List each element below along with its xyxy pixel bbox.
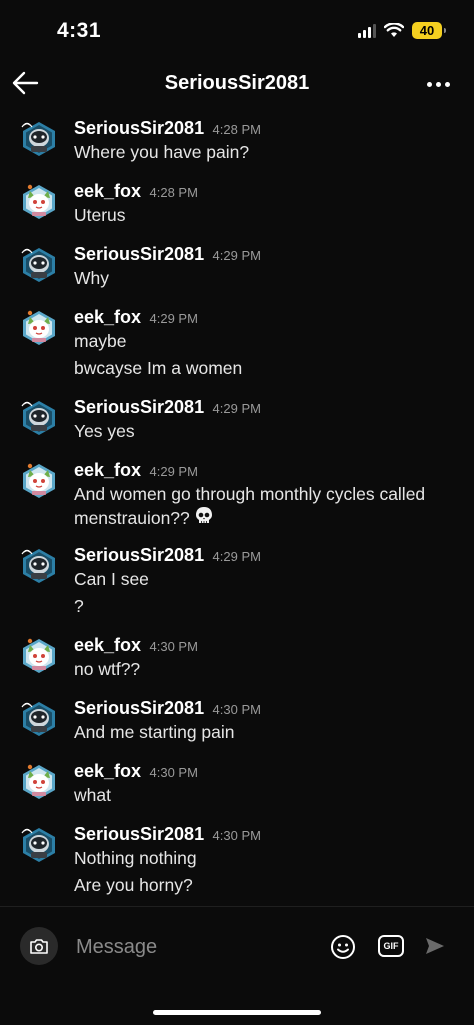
message-text: Are you horny? — [74, 875, 193, 895]
message-text: what — [74, 785, 111, 805]
message-timestamp: 4:29 PM — [212, 248, 261, 263]
skull-icon — [194, 506, 214, 532]
message-timestamp: 4:30 PM — [212, 702, 261, 717]
status-time: 4:31 — [57, 19, 102, 42]
message-text: Where you have pain? — [74, 142, 250, 162]
avatar[interactable] — [20, 547, 58, 585]
message-composer: GIF — [0, 906, 474, 987]
message-timestamp: 4:29 PM — [212, 549, 261, 564]
message-timestamp: 4:28 PM — [212, 122, 261, 137]
avatar[interactable] — [20, 246, 58, 284]
message-text: maybe — [74, 331, 127, 351]
message-author[interactable]: eek_fox — [74, 635, 141, 655]
message-author[interactable]: SeriousSir2081 — [74, 545, 204, 565]
message-author[interactable]: eek_fox — [74, 307, 141, 327]
message-timestamp: 4:28 PM — [149, 185, 198, 200]
message-author[interactable]: eek_fox — [74, 181, 141, 201]
message-timestamp: 4:29 PM — [149, 464, 198, 479]
message-timestamp: 4:30 PM — [149, 639, 198, 654]
message-timestamp: 4:30 PM — [149, 765, 198, 780]
avatar[interactable] — [20, 826, 58, 864]
message-input[interactable] — [74, 929, 308, 965]
message-author[interactable]: eek_fox — [74, 761, 141, 781]
battery-indicator: 40 — [412, 22, 446, 39]
message-timestamp: 4:30 PM — [212, 828, 261, 843]
avatar[interactable] — [20, 763, 58, 801]
send-icon[interactable] — [424, 935, 446, 962]
message-author[interactable]: SeriousSir2081 — [74, 244, 204, 264]
smiley-icon[interactable] — [330, 934, 356, 965]
avatar[interactable] — [20, 399, 58, 437]
avatar[interactable] — [20, 120, 58, 158]
gif-icon[interactable]: GIF — [378, 935, 404, 957]
message-text: And me starting pain — [74, 722, 235, 742]
avatar[interactable] — [20, 700, 58, 738]
message-author[interactable]: SeriousSir2081 — [74, 698, 204, 718]
avatar[interactable] — [20, 183, 58, 221]
message-text: Uterus — [74, 205, 126, 225]
chat-title[interactable]: SeriousSir2081 — [0, 72, 474, 95]
message-text: And women go through monthly cycles call… — [74, 484, 426, 528]
more-horizontal-icon[interactable] — [427, 82, 450, 87]
message-text: Nothing nothing — [74, 848, 197, 868]
avatar[interactable] — [20, 462, 58, 500]
cellular-signal-icon — [358, 23, 376, 38]
message-author[interactable]: SeriousSir2081 — [74, 118, 204, 138]
home-indicator — [153, 1010, 321, 1015]
wifi-icon — [384, 23, 404, 38]
message-text: no wtf?? — [74, 659, 141, 679]
camera-icon[interactable] — [20, 927, 58, 965]
message-timestamp: 4:29 PM — [212, 401, 261, 416]
message-author[interactable]: eek_fox — [74, 460, 141, 480]
message-timestamp: 4:29 PM — [149, 311, 198, 326]
message-text: bwcayse Im a women — [74, 358, 243, 378]
message-list[interactable]: SeriousSir2081 4:28 PM Where you have pa… — [0, 112, 474, 907]
avatar[interactable] — [20, 637, 58, 675]
message-text: ? — [74, 596, 84, 616]
message-text: Can I see — [74, 569, 149, 589]
message-text: Yes yes — [74, 421, 135, 441]
message-text: Why — [74, 268, 109, 288]
avatar[interactable] — [20, 309, 58, 347]
status-icons: 40 — [358, 22, 446, 39]
message-author[interactable]: SeriousSir2081 — [74, 397, 204, 417]
status-bar: 4:31 40 — [0, 0, 474, 54]
message-author[interactable]: SeriousSir2081 — [74, 824, 204, 844]
chat-header: SeriousSir2081 — [0, 54, 474, 112]
